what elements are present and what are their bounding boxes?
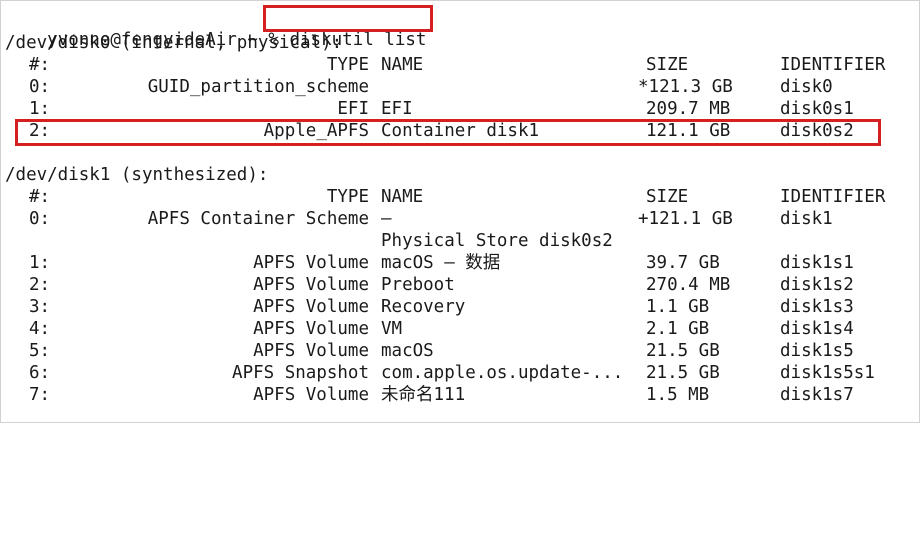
row-name: EFI bbox=[381, 99, 413, 119]
command-highlight-box bbox=[263, 5, 433, 32]
row-identifier: disk1s3 bbox=[780, 297, 854, 317]
row-name: macOS – 数据 bbox=[381, 253, 501, 273]
row-name: macOS bbox=[381, 341, 434, 361]
table-row: 0: APFS Container Scheme – +121.1 GB dis… bbox=[1, 208, 921, 230]
row-size: +121.1 GB bbox=[638, 209, 733, 229]
row-name: – bbox=[381, 209, 392, 229]
row-size: 2.1 GB bbox=[646, 319, 710, 339]
row-name: Preboot bbox=[381, 275, 455, 295]
row-num: 0: bbox=[29, 209, 51, 229]
row-identifier: disk1 bbox=[780, 209, 833, 229]
row-type: EFI bbox=[337, 99, 369, 119]
col-name: NAME bbox=[381, 55, 424, 75]
disk1-column-headers: #: TYPE NAME SIZE IDENTIFIER bbox=[1, 186, 921, 208]
row-num: 3: bbox=[29, 297, 51, 317]
row-type: APFS Volume bbox=[253, 385, 369, 405]
table-row: 1: APFS Volume macOS – 数据 39.7 GB disk1s… bbox=[1, 252, 921, 274]
row-num: 2: bbox=[29, 275, 51, 295]
row-num: 4: bbox=[29, 319, 51, 339]
row-type: APFS Volume bbox=[253, 341, 369, 361]
row-name: Recovery bbox=[381, 297, 466, 317]
row-size: 270.4 MB bbox=[646, 275, 731, 295]
table-row: 0: GUID_partition_scheme *121.3 GB disk0 bbox=[1, 76, 921, 98]
row-identifier: disk1s5 bbox=[780, 341, 854, 361]
col-identifier: IDENTIFIER bbox=[780, 55, 886, 75]
disk0-header: /dev/disk0 (internal, physical): bbox=[5, 33, 343, 53]
table-row: 2: APFS Volume Preboot 270.4 MB disk1s2 bbox=[1, 274, 921, 296]
col-identifier: IDENTIFIER bbox=[780, 187, 886, 207]
col-type: TYPE bbox=[326, 55, 369, 75]
table-row: Physical Store disk0s2 bbox=[1, 230, 921, 252]
row-type: GUID_partition_scheme bbox=[147, 77, 369, 97]
row-highlight-box bbox=[15, 119, 881, 146]
row-num: 6: bbox=[29, 363, 51, 383]
table-row: 4: APFS Volume VM 2.1 GB disk1s4 bbox=[1, 318, 921, 340]
row-identifier: disk1s5s1 bbox=[780, 363, 875, 383]
col-size: SIZE bbox=[646, 187, 689, 207]
terminal-window[interactable]: yvonne@fengyideAir ~ % diskutil list /de… bbox=[0, 0, 920, 423]
row-type: APFS Snapshot bbox=[232, 363, 369, 383]
col-type: TYPE bbox=[326, 187, 369, 207]
row-size: 21.5 GB bbox=[646, 363, 720, 383]
row-type: APFS Container Scheme bbox=[147, 209, 369, 229]
table-row: 3: APFS Volume Recovery 1.1 GB disk1s3 bbox=[1, 296, 921, 318]
table-row: 5: APFS Volume macOS 21.5 GB disk1s5 bbox=[1, 340, 921, 362]
col-num: #: bbox=[29, 55, 51, 75]
row-identifier: disk1s2 bbox=[780, 275, 854, 295]
col-size: SIZE bbox=[646, 55, 689, 75]
row-identifier: disk1s7 bbox=[780, 385, 854, 405]
row-size: 209.7 MB bbox=[646, 99, 731, 119]
row-size: *121.3 GB bbox=[638, 77, 733, 97]
row-size: 1.5 MB bbox=[646, 385, 710, 405]
disk1-header: /dev/disk1 (synthesized): bbox=[5, 165, 269, 185]
table-row: 1: EFI EFI 209.7 MB disk0s1 bbox=[1, 98, 921, 120]
row-num: 5: bbox=[29, 341, 51, 361]
row-num: 1: bbox=[29, 253, 51, 273]
row-name-continuation: Physical Store disk0s2 bbox=[381, 231, 613, 251]
table-row: 7: APFS Volume 未命名111 1.5 MB disk1s7 bbox=[1, 384, 921, 406]
row-num: 7: bbox=[29, 385, 51, 405]
row-size: 39.7 GB bbox=[646, 253, 720, 273]
row-identifier: disk0 bbox=[780, 77, 833, 97]
row-name: VM bbox=[381, 319, 403, 339]
row-size: 1.1 GB bbox=[646, 297, 710, 317]
row-identifier: disk1s1 bbox=[780, 253, 854, 273]
row-size: 21.5 GB bbox=[646, 341, 720, 361]
disk0-column-headers: #: TYPE NAME SIZE IDENTIFIER bbox=[1, 54, 921, 76]
row-identifier: disk0s1 bbox=[780, 99, 854, 119]
row-type: APFS Volume bbox=[253, 253, 369, 273]
row-num: 0: bbox=[29, 77, 51, 97]
col-num: #: bbox=[29, 187, 51, 207]
row-name: 未命名111 bbox=[381, 385, 466, 405]
row-name: com.apple.os.update-... bbox=[381, 363, 624, 383]
col-name: NAME bbox=[381, 187, 424, 207]
table-row: 6: APFS Snapshot com.apple.os.update-...… bbox=[1, 362, 921, 384]
row-identifier: disk1s4 bbox=[780, 319, 854, 339]
row-type: APFS Volume bbox=[253, 297, 369, 317]
row-num: 1: bbox=[29, 99, 51, 119]
row-type: APFS Volume bbox=[253, 275, 369, 295]
row-type: APFS Volume bbox=[253, 319, 369, 339]
